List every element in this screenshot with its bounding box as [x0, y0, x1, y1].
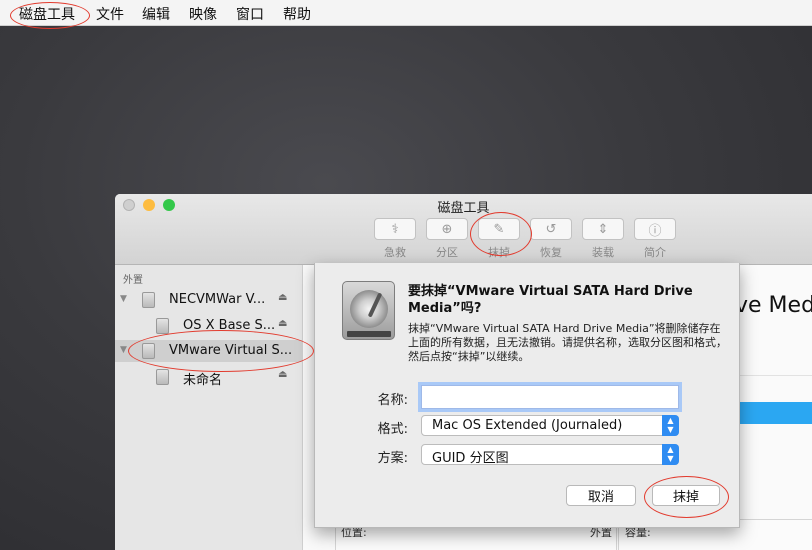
name-field[interactable]	[418, 382, 682, 412]
disk-connector	[347, 331, 391, 337]
eject-icon[interactable]: ⏏	[278, 369, 287, 380]
restore-label: 恢复	[540, 246, 562, 259]
volume-icon	[156, 369, 169, 385]
menu-app-disk-utility[interactable]: 磁盘工具	[19, 4, 75, 24]
sidebar-item-vmware-virtual[interactable]: ▼ VMware Virtual S...	[115, 340, 302, 362]
sidebar-section-header: 外置	[123, 275, 143, 286]
sidebar-item-untitled[interactable]: 未命名 ⏏	[115, 366, 302, 388]
menu-image[interactable]: 映像	[189, 4, 217, 24]
eject-icon[interactable]: ⏏	[278, 318, 287, 329]
menu-help[interactable]: 帮助	[283, 4, 311, 24]
info-button[interactable]: ⓘ	[634, 218, 676, 240]
sidebar-item-label: OS X Base S...	[183, 318, 276, 333]
info-label: 简介	[644, 246, 666, 259]
partition-icon: ⊕	[441, 221, 453, 237]
eject-icon[interactable]: ⏏	[278, 292, 287, 303]
sidebar-item-necvmwar[interactable]: ▼ NECVMWar V... ⏏	[115, 289, 302, 311]
format-popup[interactable]: Mac OS Extended (Journaled) ▲ ▼	[421, 415, 679, 436]
stethoscope-icon: ⚕	[391, 221, 399, 237]
cancel-button[interactable]: 取消	[566, 485, 636, 506]
disk-platter	[350, 290, 388, 328]
erase-confirm-button[interactable]: 抹掉	[652, 485, 720, 506]
name-label: 名称:	[377, 393, 408, 408]
partition-button[interactable]: ⊕	[426, 218, 468, 240]
disclosure-triangle-icon[interactable]: ▼	[120, 345, 127, 355]
first-aid-label: 急救	[384, 246, 406, 259]
external-disk-icon	[142, 292, 155, 308]
sheet-question: 要抹掉“VMware Virtual SATA Hard Drive Media…	[408, 284, 693, 316]
sidebar-item-label: 未命名	[183, 373, 223, 388]
popup-arrows-icon: ▲ ▼	[662, 415, 679, 436]
scheme-popup[interactable]: GUID 分区图 ▲ ▼	[421, 444, 679, 466]
window-toolbar: 磁盘工具 ⚕ 急救 ⊕ 分区 ✎ 抹掉 ↺ 恢复 ⇕ 装载 ⓘ 简介	[115, 194, 812, 265]
mount-icon: ⇕	[597, 221, 609, 237]
volume-icon	[156, 318, 169, 334]
sidebar-item-osx-base[interactable]: OS X Base S... ⏏	[115, 315, 302, 337]
sheet-description: 抹掉“VMware Virtual SATA Hard Drive Media”…	[408, 322, 727, 363]
erase-label: 抹掉	[488, 246, 510, 259]
popup-arrows-icon: ▲ ▼	[662, 444, 679, 465]
menu-window[interactable]: 窗口	[236, 4, 264, 24]
device-title: ve Med	[735, 293, 812, 318]
format-value: Mac OS Extended (Journaled)	[432, 418, 623, 433]
format-label: 格式:	[377, 422, 408, 437]
restore-button[interactable]: ↺	[530, 218, 572, 240]
scheme-value: GUID 分区图	[432, 451, 509, 466]
info-icon: ⓘ	[648, 223, 662, 239]
menu-file[interactable]: 文件	[96, 4, 124, 24]
mount-label: 装载	[592, 246, 614, 259]
erase-sheet: 要抹掉“VMware Virtual SATA Hard Drive Media…	[314, 263, 740, 528]
usage-bar	[735, 402, 812, 424]
menu-bar: 磁盘工具 文件 编辑 映像 窗口 帮助	[0, 0, 812, 26]
scheme-label: 方案:	[377, 451, 408, 466]
sidebar-item-label: NECVMWar V...	[169, 292, 266, 307]
erase-icon: ✎	[493, 221, 505, 237]
window-title: 磁盘工具	[437, 201, 490, 216]
external-disk-icon	[142, 343, 155, 359]
erase-button[interactable]: ✎	[478, 218, 520, 240]
sidebar: 外置 ▼ NECVMWar V... ⏏ OS X Base S... ⏏ ▼ …	[115, 265, 303, 550]
disclosure-triangle-icon[interactable]: ▼	[120, 294, 127, 304]
sidebar-item-label: VMware Virtual S...	[169, 343, 293, 358]
restore-icon: ↺	[545, 221, 557, 237]
menu-edit[interactable]: 编辑	[142, 4, 170, 24]
partition-label: 分区	[436, 246, 458, 259]
hard-drive-icon	[342, 281, 395, 340]
mount-button[interactable]: ⇕	[582, 218, 624, 240]
first-aid-button[interactable]: ⚕	[374, 218, 416, 240]
